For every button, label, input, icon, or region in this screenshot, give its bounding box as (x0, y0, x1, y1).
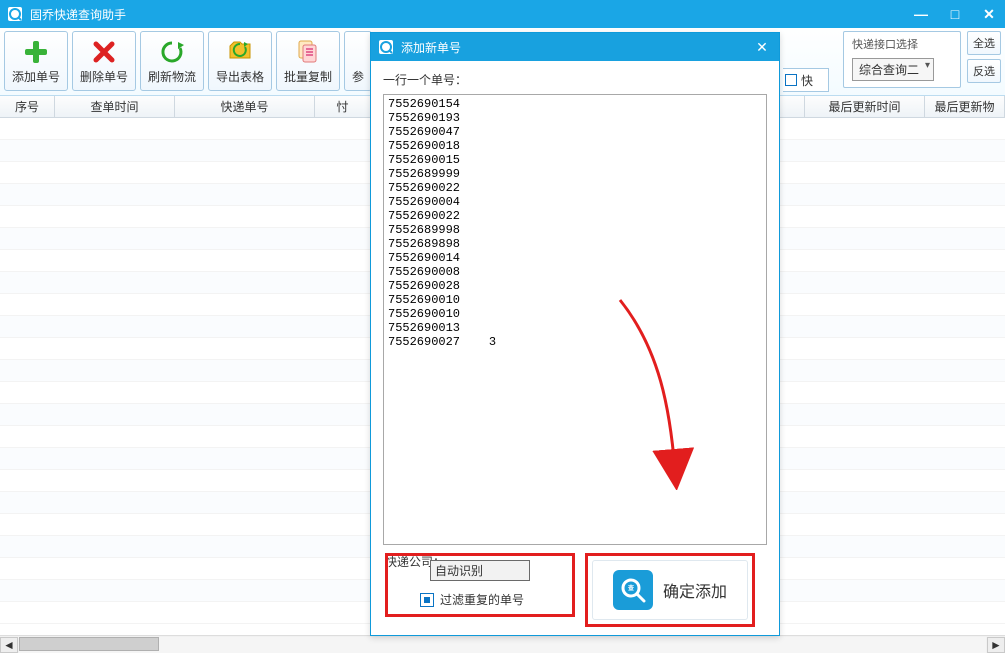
tracking-numbers-textarea[interactable] (383, 94, 767, 545)
dialog-title: 添加新单号 (401, 39, 751, 56)
grid-column-header[interactable]: 忖 (315, 96, 371, 117)
app-title: 固乔快递查询助手 (30, 6, 911, 23)
confirm-add-label: 确定添加 (663, 578, 727, 602)
dialog-icon (377, 38, 395, 56)
search-express-icon: 查 (613, 570, 653, 610)
table-option-label: 快 (801, 72, 813, 89)
add-tracking-dialog: 添加新单号 ✕ 一行一个单号： 快递公司： 自动识别 过滤重复的单号 (370, 32, 780, 636)
scroll-right-button[interactable]: ► (987, 637, 1005, 653)
filter-duplicates-checkbox[interactable] (420, 593, 434, 607)
batch-copy-button[interactable]: 批量复制 (276, 31, 340, 91)
table-options-strip-partial: 快 (783, 68, 829, 92)
window-controls: — □ ✕ (911, 6, 999, 23)
select-all-label: 全选 (973, 35, 995, 51)
interface-selector-group: 快递接口选择 综合查询二 (843, 31, 961, 88)
confirm-add-button[interactable]: 查 确定添加 (592, 560, 748, 620)
window-close-button[interactable]: ✕ (979, 6, 999, 23)
delete-tracking-button[interactable]: 删除单号 (72, 31, 136, 91)
app-titlebar: 固乔快递查询助手 — □ ✕ (0, 0, 1005, 28)
horizontal-scrollbar[interactable]: ◄ ► (0, 635, 1005, 653)
grid-column-header[interactable]: 序号 (0, 96, 55, 117)
grid-column-header[interactable]: 查单时间 (55, 96, 175, 117)
export-label: 导出表格 (216, 68, 264, 85)
filter-duplicates-label: 过滤重复的单号 (440, 591, 524, 608)
delete-tracking-label: 删除单号 (80, 68, 128, 85)
export-button[interactable]: 导出表格 (208, 31, 272, 91)
plus-icon (22, 38, 50, 66)
interface-selected-value: 综合查询二 (859, 63, 919, 77)
refresh-label: 刷新物流 (148, 68, 196, 85)
tracking-input-label: 一行一个单号： (383, 71, 767, 88)
dialog-titlebar: 添加新单号 ✕ (371, 33, 779, 61)
refresh-button[interactable]: 刷新物流 (140, 31, 204, 91)
invert-selection-label: 反选 (973, 63, 995, 79)
grid-column-header[interactable]: 最后更新物 (925, 96, 1005, 117)
courier-options-highlight: 自动识别 过滤重复的单号 (385, 553, 575, 617)
invert-selection-button[interactable]: 反选 (967, 59, 1001, 83)
dialog-footer: 快递公司： 自动识别 过滤重复的单号 (383, 545, 767, 627)
dialog-body: 一行一个单号： 快递公司： 自动识别 过滤重复的单号 (371, 61, 779, 635)
window-maximize-button[interactable]: □ (945, 6, 965, 23)
interface-dropdown[interactable]: 综合查询二 (852, 58, 934, 81)
scroll-left-button[interactable]: ◄ (0, 637, 18, 653)
svg-text:查: 查 (627, 584, 634, 592)
add-tracking-button[interactable]: 添加单号 (4, 31, 68, 91)
select-all-button[interactable]: 全选 (967, 31, 1001, 55)
app-icon (6, 5, 24, 23)
confirm-highlight: 查 确定添加 (585, 553, 755, 627)
copy-icon (294, 38, 322, 66)
delete-icon (90, 38, 118, 66)
export-icon (226, 38, 254, 66)
window-minimize-button[interactable]: — (911, 6, 931, 23)
params-label: 参 (352, 68, 364, 85)
grid-column-header[interactable]: 最后更新时间 (805, 96, 925, 117)
params-button-partial[interactable]: 参 (344, 31, 372, 91)
table-option-checkbox[interactable] (785, 74, 797, 86)
refresh-icon (158, 38, 186, 66)
interface-group-title: 快递接口选择 (852, 36, 952, 52)
add-tracking-label: 添加单号 (12, 68, 60, 85)
grid-column-header[interactable]: 快递单号 (175, 96, 315, 117)
batch-copy-label: 批量复制 (284, 68, 332, 85)
dialog-close-button[interactable]: ✕ (751, 39, 773, 56)
courier-selected-value: 自动识别 (435, 564, 483, 578)
scroll-thumb[interactable] (19, 637, 159, 651)
courier-company-dropdown[interactable]: 自动识别 (430, 560, 530, 581)
scroll-track[interactable] (19, 637, 986, 653)
